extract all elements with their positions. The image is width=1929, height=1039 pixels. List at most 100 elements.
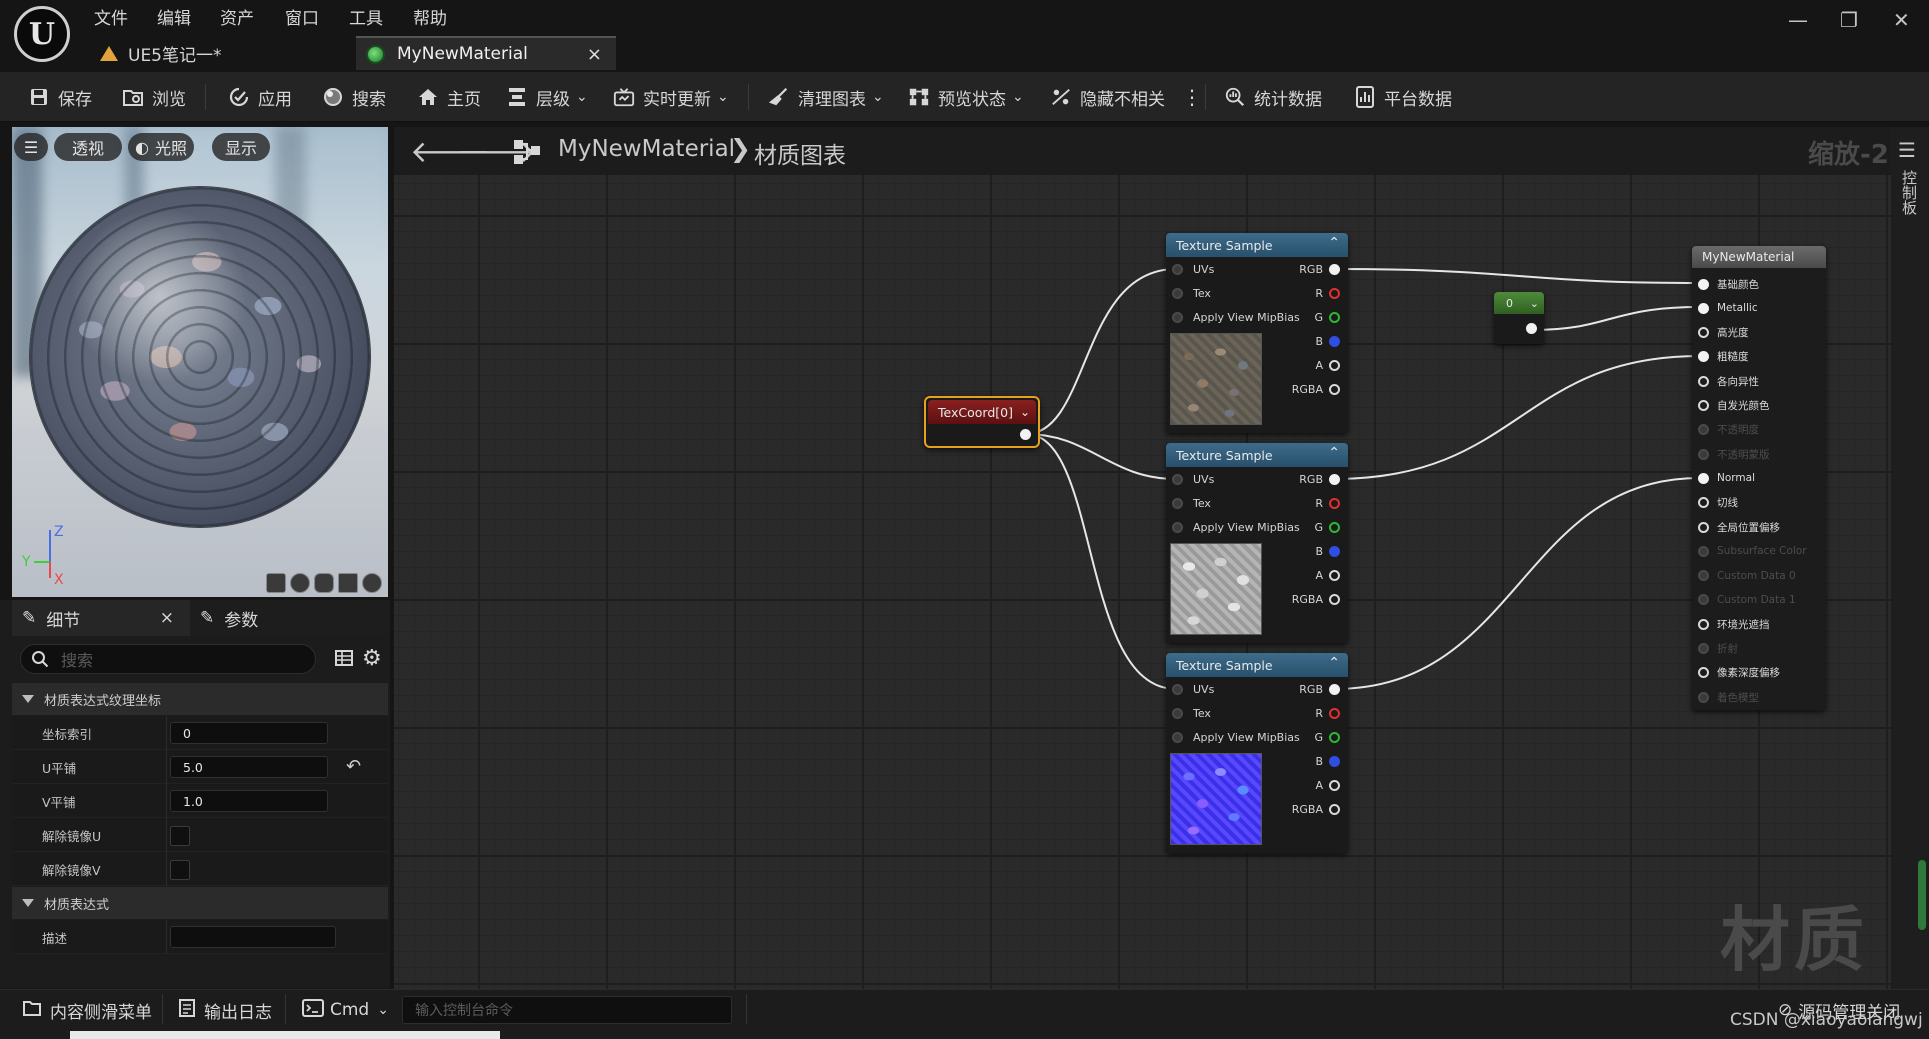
material-input-pin[interactable] (1698, 400, 1709, 411)
texture-sample-header[interactable]: Texture Sample ⌃ (1166, 233, 1348, 257)
material-input-label: Custom Data 0 (1717, 569, 1796, 582)
a-output-pin[interactable] (1329, 569, 1340, 581)
material-input-pin-row[interactable]: Subsurface Color (1698, 539, 1807, 563)
mipbias-input-pin[interactable] (1172, 311, 1183, 323)
r-output-pin[interactable] (1329, 287, 1340, 299)
rgba-output-pin[interactable] (1329, 803, 1340, 815)
uvs-input-pin[interactable] (1172, 473, 1183, 485)
content-drawer-button[interactable]: 内容侧滑菜单 (22, 989, 152, 1031)
palette-tab[interactable]: 控制板 (1898, 170, 1920, 215)
material-input-pin[interactable] (1698, 327, 1709, 339)
pin-label: RGBA (1291, 802, 1323, 816)
texture-sample-node[interactable]: Texture Sample ⌃ UVs Tex Apply View MipB… (1166, 443, 1348, 643)
material-input-pin-row[interactable]: Custom Data 1 (1698, 588, 1796, 612)
material-input-pin[interactable] (1698, 424, 1709, 436)
cmd-dropdown[interactable]: Cmd ⌄ (302, 989, 389, 1031)
collapse-icon[interactable]: ⌃ (1328, 445, 1340, 461)
tex-input-pin[interactable] (1172, 707, 1183, 719)
material-input-pin-row[interactable]: 粗糙度 (1698, 345, 1749, 369)
material-input-pin[interactable] (1698, 351, 1709, 363)
a-output-pin[interactable] (1329, 779, 1340, 791)
material-input-pin-row[interactable]: Custom Data 0 (1698, 564, 1796, 588)
material-input-pin-row[interactable]: 高光度 (1698, 321, 1749, 345)
material-input-label: 高光度 (1717, 327, 1749, 340)
output-log-button[interactable]: 输出日志 (178, 989, 272, 1031)
pin-label: G (1314, 730, 1323, 744)
material-input-pin[interactable] (1698, 594, 1709, 606)
material-input-pin-row[interactable]: 像素深度偏移 (1698, 661, 1780, 685)
texcoord-node-header[interactable]: TexCoord[0] ⌄ (928, 400, 1036, 424)
r-output-pin[interactable] (1329, 707, 1340, 719)
material-input-pin[interactable] (1698, 545, 1709, 557)
material-input-pin[interactable] (1698, 375, 1709, 387)
g-output-pin[interactable] (1329, 731, 1340, 743)
tex-input-pin[interactable] (1172, 497, 1183, 509)
taskbar-strip (70, 1031, 500, 1039)
material-input-pin-row[interactable]: 切线 (1698, 491, 1738, 515)
console-command-input[interactable]: 输入控制台命令 (402, 996, 732, 1024)
g-output-pin[interactable] (1329, 311, 1340, 323)
tex-input-pin[interactable] (1172, 287, 1183, 299)
scrollbar[interactable] (1918, 860, 1926, 930)
texture-sample-title: Texture Sample (1176, 447, 1273, 463)
uvs-input-pin[interactable] (1172, 683, 1183, 695)
collapse-icon[interactable]: ⌃ (1328, 235, 1340, 251)
material-input-pin-row[interactable]: 不透明蒙版 (1698, 442, 1770, 466)
constant-node[interactable]: 0 ⌄ (1494, 292, 1544, 344)
material-input-pin-row[interactable]: Normal (1698, 466, 1755, 490)
pin-label: RGBA (1291, 382, 1323, 396)
texture-sample-header[interactable]: Texture Sample ⌃ (1166, 653, 1348, 677)
material-input-pin[interactable] (1698, 691, 1709, 703)
texture-sample-header[interactable]: Texture Sample ⌃ (1166, 443, 1348, 467)
material-input-pin-row[interactable]: 环境光遮挡 (1698, 612, 1770, 636)
material-input-pin[interactable] (1698, 472, 1709, 484)
rgba-output-pin[interactable] (1329, 593, 1340, 605)
texcoord-node[interactable]: TexCoord[0] ⌄ (924, 396, 1040, 448)
texcoord-output-pin[interactable] (1020, 429, 1031, 440)
material-input-pin-row[interactable]: Metallic (1698, 296, 1758, 320)
material-output-node[interactable]: MyNewMaterial 基础颜色 Metallic 高光度粗糙度 各向异性 自发光颜… (1692, 246, 1826, 710)
material-input-pin[interactable] (1698, 497, 1709, 509)
material-input-pin-row[interactable]: 基础颜色 (1698, 272, 1759, 296)
rgb-output-pin[interactable] (1329, 683, 1340, 695)
constant-output-pin[interactable] (1526, 323, 1537, 334)
collapse-icon[interactable]: ⌃ (1328, 655, 1340, 671)
rgba-output-pin[interactable] (1329, 383, 1340, 395)
mipbias-input-pin[interactable] (1172, 521, 1183, 533)
material-input-pin[interactable] (1698, 521, 1709, 533)
material-input-pin[interactable] (1698, 278, 1709, 290)
g-output-pin[interactable] (1329, 521, 1340, 533)
content-drawer-label: 内容侧滑菜单 (50, 1002, 152, 1023)
material-input-pin[interactable] (1698, 302, 1709, 314)
rgb-output-pin[interactable] (1329, 473, 1340, 485)
rgb-output-pin[interactable] (1329, 263, 1340, 275)
b-output-pin[interactable] (1329, 755, 1340, 767)
mipbias-input-pin[interactable] (1172, 731, 1183, 743)
material-input-pin-row[interactable]: 各向异性 (1698, 369, 1759, 393)
b-output-pin[interactable] (1329, 545, 1340, 557)
material-input-pin[interactable] (1698, 643, 1709, 654)
material-input-pin[interactable] (1698, 570, 1709, 582)
constant-node-header[interactable]: 0 ⌄ (1494, 292, 1544, 314)
r-output-pin[interactable] (1329, 497, 1340, 509)
material-input-pin-row[interactable]: 折射 (1698, 637, 1738, 661)
material-input-pin-row[interactable]: 全局位置偏移 (1698, 515, 1780, 539)
material-input-pin-row[interactable]: 着色模型 (1698, 685, 1759, 709)
texture-sample-node[interactable]: Texture Sample ⌃ UVs Tex Apply View MipB… (1166, 653, 1348, 853)
material-input-pin[interactable] (1698, 448, 1709, 460)
a-output-pin[interactable] (1329, 359, 1340, 371)
palette-list-icon[interactable]: ☰ (1898, 138, 1916, 162)
material-input-pin-row[interactable]: 不透明度 (1698, 418, 1759, 442)
chevron-down-icon[interactable]: ⌄ (1530, 297, 1539, 310)
material-input-label: 折射 (1717, 643, 1738, 655)
material-output-header[interactable]: MyNewMaterial (1692, 246, 1826, 268)
pin-label: UVs (1193, 682, 1215, 696)
b-output-pin[interactable] (1329, 335, 1340, 347)
material-input-pin[interactable] (1698, 618, 1709, 630)
pin-label: G (1314, 310, 1323, 324)
material-input-pin-row[interactable]: 自发光颜色 (1698, 394, 1770, 418)
chevron-down-icon[interactable]: ⌄ (1020, 405, 1030, 419)
uvs-input-pin[interactable] (1172, 263, 1183, 275)
texture-sample-node[interactable]: Texture Sample ⌃ UVs Tex Apply View MipB… (1166, 233, 1348, 433)
material-input-pin[interactable] (1698, 667, 1709, 679)
